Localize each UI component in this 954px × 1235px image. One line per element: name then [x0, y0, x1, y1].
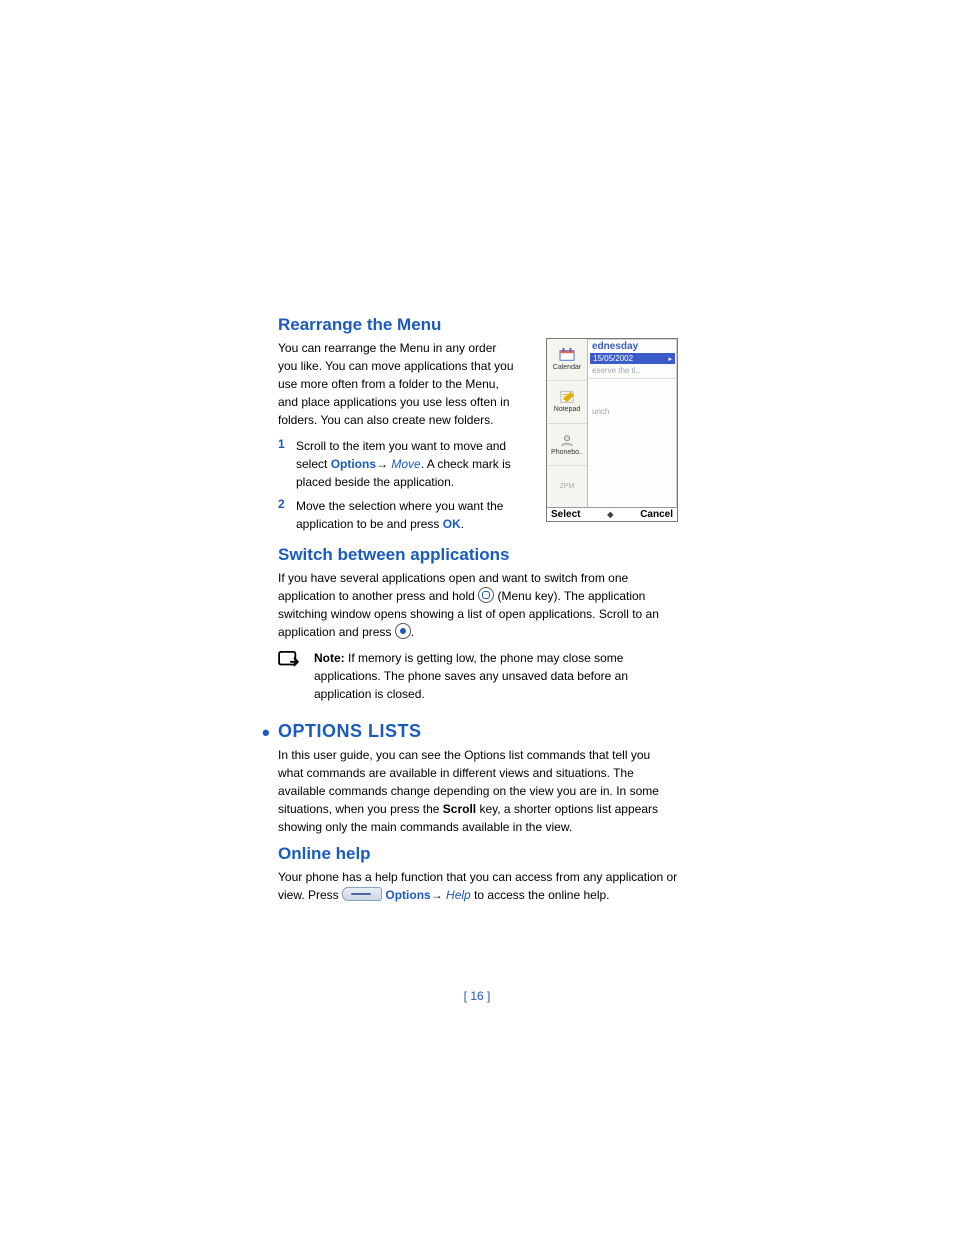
phone-footer: Select ◆ Cancel — [547, 507, 677, 521]
phone-day: ednesday — [588, 339, 677, 352]
heading-online-help: Online help — [278, 844, 678, 864]
softkey-icon — [342, 887, 382, 901]
step-1: 1 Scroll to the item you want to move an… — [278, 437, 516, 491]
step-number: 2 — [278, 497, 296, 533]
menu-key-icon — [478, 587, 494, 603]
text: to access the online help. — [471, 888, 610, 902]
options-lists-paragraph: In this user guide, you can see the Opti… — [278, 746, 678, 836]
softkey-left: Select — [551, 509, 580, 520]
sidebar-notepad: Notepad — [547, 381, 587, 423]
step-2: 2 Move the selection where you want the … — [278, 497, 516, 533]
note-icon — [278, 649, 308, 703]
note-label: Note: — [314, 651, 345, 665]
right-arrow-icon: ▸ — [668, 355, 672, 363]
label: Notepad — [554, 406, 580, 413]
heading-options-lists: OPTIONS LISTS — [278, 721, 678, 742]
document-page: Rearrange the Menu You can rearrange the… — [0, 0, 954, 1235]
online-help-paragraph: Your phone has a help function that you … — [278, 868, 678, 904]
softkey-right: Cancel — [640, 509, 673, 520]
keyword-scroll: Scroll — [443, 802, 476, 816]
heading-switch: Switch between applications — [278, 545, 678, 565]
center-key-icon — [395, 623, 411, 639]
nav-indicator-icon: ◆ — [607, 510, 613, 519]
page-number: [ 16 ] — [0, 989, 954, 1003]
phone-sidebar: Calendar Notepad Phonebo.. 2PM — [547, 339, 588, 507]
note-body: If memory is getting low, the phone may … — [314, 651, 628, 701]
note-text: Note: If memory is getting low, the phon… — [308, 649, 678, 703]
step-number: 1 — [278, 437, 296, 491]
keyword-ok: OK — [443, 517, 461, 531]
sidebar-time: 2PM — [547, 466, 587, 507]
keyword-options: Options — [385, 888, 430, 902]
step-text: Move the selection where you want the ap… — [296, 497, 516, 533]
phone-date-bar: 15/05/2002 ▸ — [590, 353, 675, 364]
text: . — [411, 625, 414, 639]
label: Phonebo.. — [551, 449, 583, 456]
step-text: Scroll to the item you want to move and … — [296, 437, 516, 491]
keyword-help: Help — [446, 888, 471, 902]
text: Move the selection where you want the ap… — [296, 499, 503, 531]
phone-lunch: unch — [592, 407, 609, 416]
sidebar-phonebook: Phonebo.. — [547, 424, 587, 466]
phone-grid: unch — [588, 378, 677, 507]
date: 15/05/2002 — [593, 354, 633, 363]
label: 2PM — [560, 483, 574, 490]
arrow: → — [431, 888, 446, 902]
phone-screenshot-figure: Calendar Notepad Phonebo.. 2PM ednesday … — [546, 338, 678, 522]
heading-rearrange: Rearrange the Menu — [278, 315, 678, 335]
phone-body: Calendar Notepad Phonebo.. 2PM ednesday … — [547, 339, 677, 507]
phone-entry: eserve the ti.. — [588, 365, 677, 376]
phone-main: ednesday 15/05/2002 ▸ eserve the ti.. un… — [588, 339, 677, 507]
rearrange-intro: You can rearrange the Menu in any order … — [278, 339, 516, 429]
keyword-move: Move — [391, 457, 420, 471]
arrow: → — [376, 457, 391, 471]
note: Note: If memory is getting low, the phon… — [278, 649, 678, 703]
label: Calendar — [553, 364, 581, 371]
text: . — [461, 517, 464, 531]
switch-paragraph: If you have several applications open an… — [278, 569, 678, 641]
sidebar-calendar: Calendar — [547, 339, 587, 381]
keyword-options: Options — [331, 457, 376, 471]
